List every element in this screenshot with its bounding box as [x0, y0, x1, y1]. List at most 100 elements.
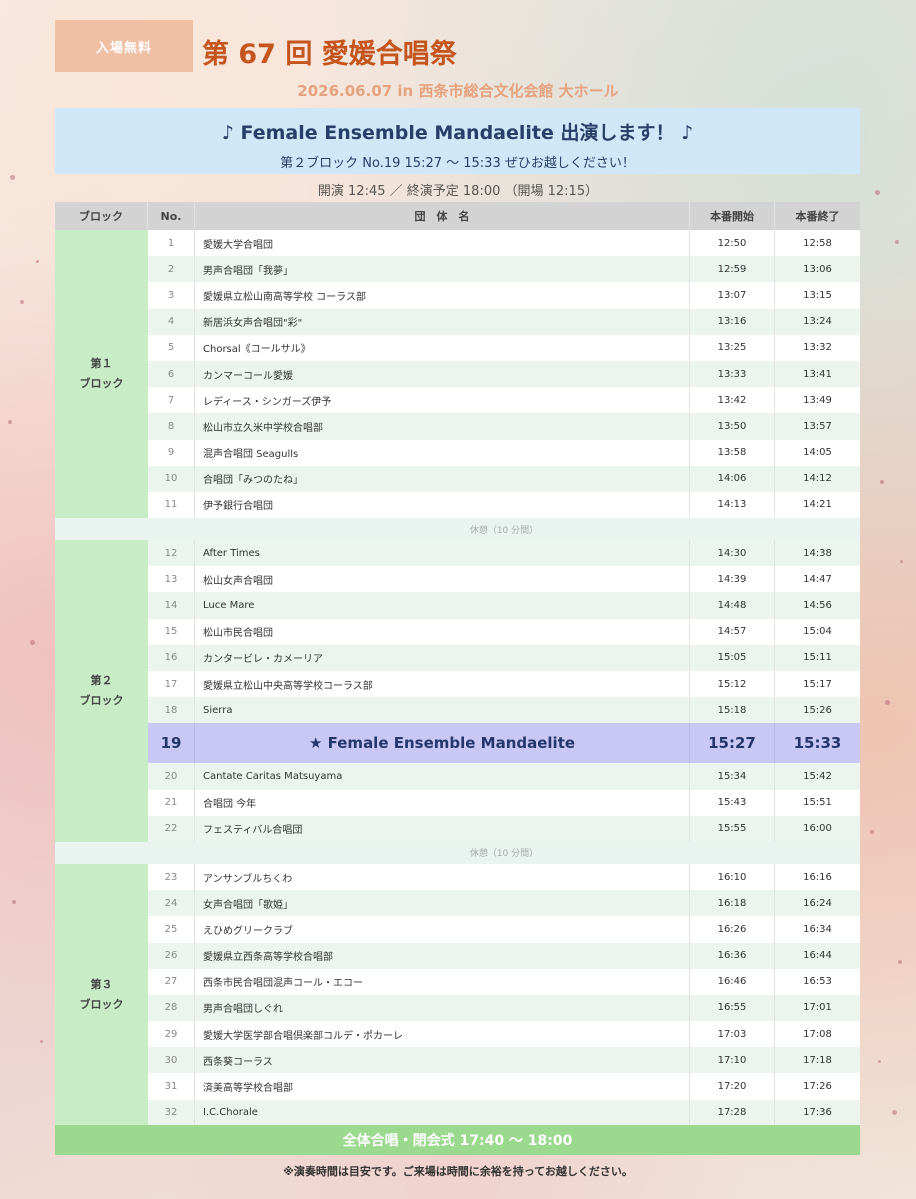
end-time: 15:04	[803, 626, 832, 638]
start-time: 15:27	[690, 723, 775, 764]
block-label: 第３ ブロック	[55, 864, 148, 1127]
row-number: 28	[148, 994, 195, 1022]
end-time: 15:26	[803, 704, 832, 716]
end-time: 16:53	[803, 976, 832, 988]
row-number: 26	[148, 942, 195, 969]
row-number: 25	[148, 916, 195, 943]
end-time: 15:33	[793, 734, 842, 753]
group-name: Sierra	[195, 697, 690, 724]
end-time: 14:12	[803, 473, 832, 485]
intermission-spacer	[55, 842, 148, 864]
row-number: 6	[148, 360, 195, 388]
table-row: 13 松山女声合唱団 14:39 14:47	[55, 566, 860, 593]
event-date-venue: 2026.06.07 in 西条市総合文化会館 大ホール	[297, 82, 619, 100]
background-speck	[900, 560, 903, 563]
table-row: 7 レディース・シンガーズ伊予 13:42 13:49	[55, 387, 860, 414]
row-number: 19	[148, 723, 195, 764]
end-time: 17:01	[803, 1002, 832, 1014]
announcement-banner: ♪ Female Ensemble Mandaelite 出演します！ ♪ 第２…	[55, 108, 860, 174]
block-label-line1: 第１	[90, 357, 113, 371]
start-time: 13:16	[690, 308, 775, 335]
background-speck	[8, 420, 12, 424]
end-time: 16:16	[803, 871, 832, 883]
background-speck	[30, 640, 35, 645]
start-time: 15:05	[690, 644, 775, 671]
start-time: 14:57	[690, 618, 775, 645]
end-time: 13:15	[803, 289, 832, 301]
group-name: Chorsal《コールサル》	[195, 334, 690, 361]
table-row: 4 新居浜女声合唱団"彩" 13:16 13:24	[55, 308, 860, 335]
row-number: 5	[148, 334, 195, 361]
table-row: 5 Chorsal《コールサル》 13:25 13:32	[55, 334, 860, 361]
background-speck	[880, 480, 884, 484]
start-time: 16:18	[690, 890, 775, 917]
table-row: 3 愛媛県立松山南高等学校 コーラス部 13:07 13:15	[55, 282, 860, 309]
start-time: 14:06	[690, 465, 775, 492]
background-speck	[895, 240, 899, 244]
background-speck	[892, 1110, 897, 1115]
table-row: 25 えひめグリークラブ 16:26 16:34	[55, 916, 860, 943]
row-number: 3	[148, 282, 195, 309]
group-name: カンタービレ・カメーリア	[195, 644, 690, 671]
block-label: 第１ ブロック	[55, 230, 148, 519]
header-name: 団 体 名	[195, 202, 690, 230]
end-time: 17:18	[803, 1054, 832, 1066]
schedule-times: 開演 12:45 ／ 終演予定 18:00 （開場 12:15）	[317, 184, 599, 199]
end-time: 15:17	[803, 678, 832, 690]
free-admission-badge: 入場無料	[55, 20, 193, 72]
row-number: 4	[148, 308, 195, 335]
start-time: 16:55	[690, 994, 775, 1022]
end-time: 17:08	[803, 1028, 832, 1040]
start-time: 13:58	[690, 439, 775, 466]
header-start: 本番開始	[690, 202, 775, 230]
block-label-line1: 第３	[90, 978, 113, 992]
end-time: 13:49	[803, 394, 832, 406]
start-time: 13:33	[690, 360, 775, 388]
group-name: 混声合唱団 Seagulls	[195, 439, 690, 466]
end-time: 15:51	[803, 797, 832, 809]
table-row: 26 愛媛県立西条高等学校合唱部 16:36 16:44	[55, 942, 860, 969]
start-time: 13:42	[690, 387, 775, 414]
table-row: 6 カンマーコール愛媛 13:33 13:41	[55, 360, 860, 388]
background-speck	[898, 960, 902, 964]
group-name: Luce Mare	[195, 592, 690, 619]
group-name: 女声合唱団「歌姫」	[195, 890, 690, 917]
row-number: 21	[148, 789, 195, 816]
table-row: 11 伊予銀行合唱団 14:13 14:21	[55, 491, 860, 519]
page-title: 第 67 回 愛媛合唱祭	[202, 39, 457, 70]
announcement-sub: 第２ブロック No.19 15:27 ～ 15:33 ぜひお越しください！	[280, 156, 635, 171]
row-number: 17	[148, 671, 195, 698]
table-row: 31 済美高等学校合唱部 17:20 17:26	[55, 1073, 860, 1100]
end-time: 16:00	[803, 823, 832, 835]
start-time: 14:39	[690, 566, 775, 593]
header-block: ブロック	[55, 202, 148, 230]
group-name: 新居浜女声合唱団"彩"	[195, 308, 690, 335]
header-end: 本番終了	[795, 210, 840, 223]
end-time: 15:11	[803, 652, 832, 664]
group-name: 松山市民合唱団	[195, 618, 690, 645]
table-row: 21 合唱団 今年 15:43 15:51	[55, 789, 860, 816]
group-name: カンマーコール愛媛	[195, 360, 690, 388]
background-speck	[40, 1040, 43, 1043]
table-row: 12 After Times 14:30 14:38	[55, 540, 860, 567]
block-label-line1: 第２	[90, 674, 113, 688]
group-name: 愛媛大学医学部合唱倶楽部コルデ・ポカーレ	[195, 1021, 690, 1048]
table-row: 22 フェスティバル合唱団 15:55 16:00	[55, 815, 860, 842]
group-name: ★ Female Ensemble Mandaelite	[195, 723, 690, 764]
background-speck	[870, 830, 874, 834]
group-name: 伊予銀行合唱団	[195, 491, 690, 519]
group-name: I.C.Chorale	[195, 1099, 690, 1126]
intermission-spacer	[55, 518, 148, 540]
table-row: 32 I.C.Chorale 17:28 17:36	[55, 1099, 860, 1126]
group-name: 済美高等学校合唱部	[195, 1073, 690, 1100]
start-time: 14:30	[690, 540, 775, 567]
header-no: No.	[148, 202, 195, 230]
table-row: 15 松山市民合唱団 14:57 15:04	[55, 618, 860, 645]
start-time: 15:43	[690, 789, 775, 816]
start-time: 12:59	[690, 256, 775, 283]
group-name: フェスティバル合唱団	[195, 815, 690, 842]
block-label-line2: ブロック	[79, 694, 124, 708]
start-time: 16:36	[690, 942, 775, 969]
intermission-label: 休憩（10 分間）	[469, 525, 539, 536]
row-number: 7	[148, 387, 195, 414]
